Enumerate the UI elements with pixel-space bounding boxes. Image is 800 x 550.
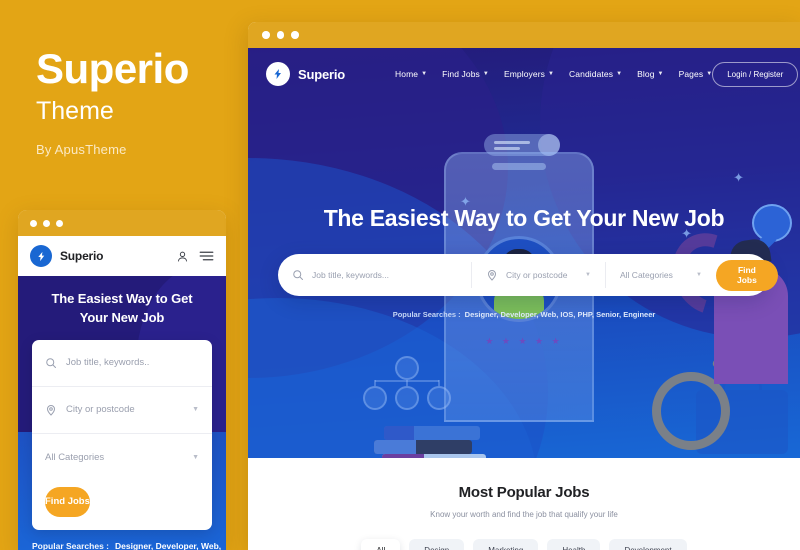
tab-design[interactable]: Design [409,539,465,550]
chevron-down-icon: ▼ [482,71,489,77]
mobile-keyword-placeholder: Job title, keywords.. [66,357,150,369]
desktop-hero: ✦ ✦ ✦ Superio Home ▼ Find Jobs ▼ Employe… [248,48,800,458]
chevron-down-icon: ▼ [706,71,713,77]
mobile-logo-label: Superio [60,249,104,263]
chevron-down-icon[interactable]: ▼ [192,406,199,413]
window-dot-close[interactable] [262,31,270,39]
nav-label: Home [395,69,419,79]
nav-item-candidates[interactable]: Candidates ▼ [569,69,622,79]
nav-item-pages[interactable]: Pages ▼ [679,69,713,79]
mobile-popular-searches: Popular Searches : Designer, Developer, W… [32,540,221,550]
desktop-popular-searches: Popular Searches : Designer, Developer, W… [248,310,800,319]
nav-label: Candidates [569,69,614,79]
chevron-down-icon: ▼ [421,71,428,77]
popular-terms[interactable]: Designer, Developer, Web, IOS, PHP, Seni… [465,310,656,319]
mobile-location-field[interactable]: City or postcode ▼ [32,387,212,434]
window-dot-minimize[interactable] [276,31,284,39]
login-register-button[interactable]: Login / Register [712,61,799,87]
nav-item-employers[interactable]: Employers ▼ [504,69,554,79]
category-select[interactable]: All Categories ▼ [606,262,716,288]
map-pin-icon [45,404,57,416]
brand-author: By ApusTheme [36,141,127,157]
location-search-input[interactable]: City or postcode ▼ [472,262,606,288]
desktop-search-bar: Job title, keywords... City or postcode … [278,254,778,296]
mobile-category-placeholder: All Categories [45,451,105,463]
chevron-down-icon[interactable]: ▼ [585,272,591,278]
chevron-down-icon: ▼ [548,71,555,77]
mobile-popular-label: Popular Searches : [32,540,110,550]
desktop-hero-title: The Easiest Way to Get Your New Job [323,205,725,231]
nav-label: Blog [637,69,655,79]
mobile-search-card: Job title, keywords.. City or postcode ▼… [32,339,212,530]
chevron-down-icon[interactable]: ▼ [192,454,199,461]
nav-label: Find Jobs [442,69,480,79]
desktop-logo-label: Superio [298,66,345,82]
hamburger-menu-icon[interactable] [199,250,214,262]
brand-subtitle: Theme [36,97,114,125]
lightning-bolt-icon [266,62,290,86]
chevron-down-icon: ▼ [616,71,623,77]
mobile-location-placeholder: City or postcode [66,404,135,416]
desktop-preview-mockup: ✦ ✦ ✦ Superio Home ▼ Find Jobs ▼ Employe… [248,22,800,550]
find-jobs-button[interactable]: Find Jobs [716,259,778,291]
mobile-site-header: Superio [18,236,226,276]
section-title: Most Popular Jobs [458,484,590,501]
lightning-bolt-icon [30,245,52,267]
mobile-popular-terms[interactable]: Designer, Developer, Web, [115,541,221,550]
sparkle-icon: ✦ [733,170,744,185]
desktop-nav-menu: Home ▼ Find Jobs ▼ Employers ▼ Candidate… [395,69,712,79]
mobile-hero: The Easiest Way to Get Your New Job Job … [18,276,226,550]
popular-jobs-section: Most Popular Jobs Know your worth and fi… [248,458,800,550]
window-dot-maximize[interactable] [56,219,63,227]
desktop-navbar: Superio Home ▼ Find Jobs ▼ Employers ▼ C… [248,48,800,100]
map-pin-icon [486,269,498,281]
desktop-window-titlebar [248,22,800,48]
nav-label: Pages [678,69,704,79]
window-dot-minimize[interactable] [43,219,50,227]
mobile-window-titlebar [18,210,226,236]
nav-item-home[interactable]: Home ▼ [395,69,427,79]
window-dot-close[interactable] [30,219,37,227]
mobile-keyword-field[interactable]: Job title, keywords.. [32,340,212,387]
window-dot-maximize[interactable] [291,31,299,39]
nav-item-find-jobs[interactable]: Find Jobs ▼ [442,69,489,79]
job-category-tabs: All Design Marketing Health Development [248,539,800,550]
mobile-find-jobs-button[interactable]: Find Jobs [45,486,90,517]
location-placeholder: City or postcode [506,270,568,280]
org-chart-illustration [363,356,451,410]
mobile-preview-mockup: Superio The Easiest Way to Get Your New … [18,210,226,550]
chevron-down-icon: ▼ [657,71,664,77]
tab-development[interactable]: Development [609,539,687,550]
tab-all[interactable]: All [361,539,401,550]
popular-label: Popular Searches : [392,310,461,319]
desktop-logo[interactable]: Superio [266,62,345,86]
brand-block: Superio Theme By ApusTheme [36,48,236,157]
search-icon [45,357,57,369]
left-promo-panel: Superio Theme By ApusTheme Superio The E… [0,0,240,550]
mobile-header-actions [176,250,214,263]
nav-item-blog[interactable]: Blog ▼ [637,69,663,79]
keyword-placeholder: Job title, keywords... [312,270,390,280]
section-subtitle: Know your worth and find the job that qu… [430,510,618,519]
search-icon [292,269,304,281]
page-title: Superio [36,45,189,92]
rating-stars: ★ ★ ★ ★ ★ [485,336,563,346]
chevron-down-icon[interactable]: ▼ [696,272,702,278]
desktop-nav-actions: Login / Register Add Job [712,61,800,87]
user-icon[interactable] [176,250,189,263]
nav-label: Employers [503,69,545,79]
mobile-category-field[interactable]: All Categories ▼ [32,434,212,481]
tab-marketing[interactable]: Marketing [473,539,539,550]
category-placeholder: All Categories [620,270,673,280]
keyword-search-input[interactable]: Job title, keywords... [278,262,472,288]
mobile-hero-title: The Easiest Way to Get Your New Job [51,291,193,325]
books-illustration [368,426,488,458]
tab-health[interactable]: Health [547,539,601,550]
